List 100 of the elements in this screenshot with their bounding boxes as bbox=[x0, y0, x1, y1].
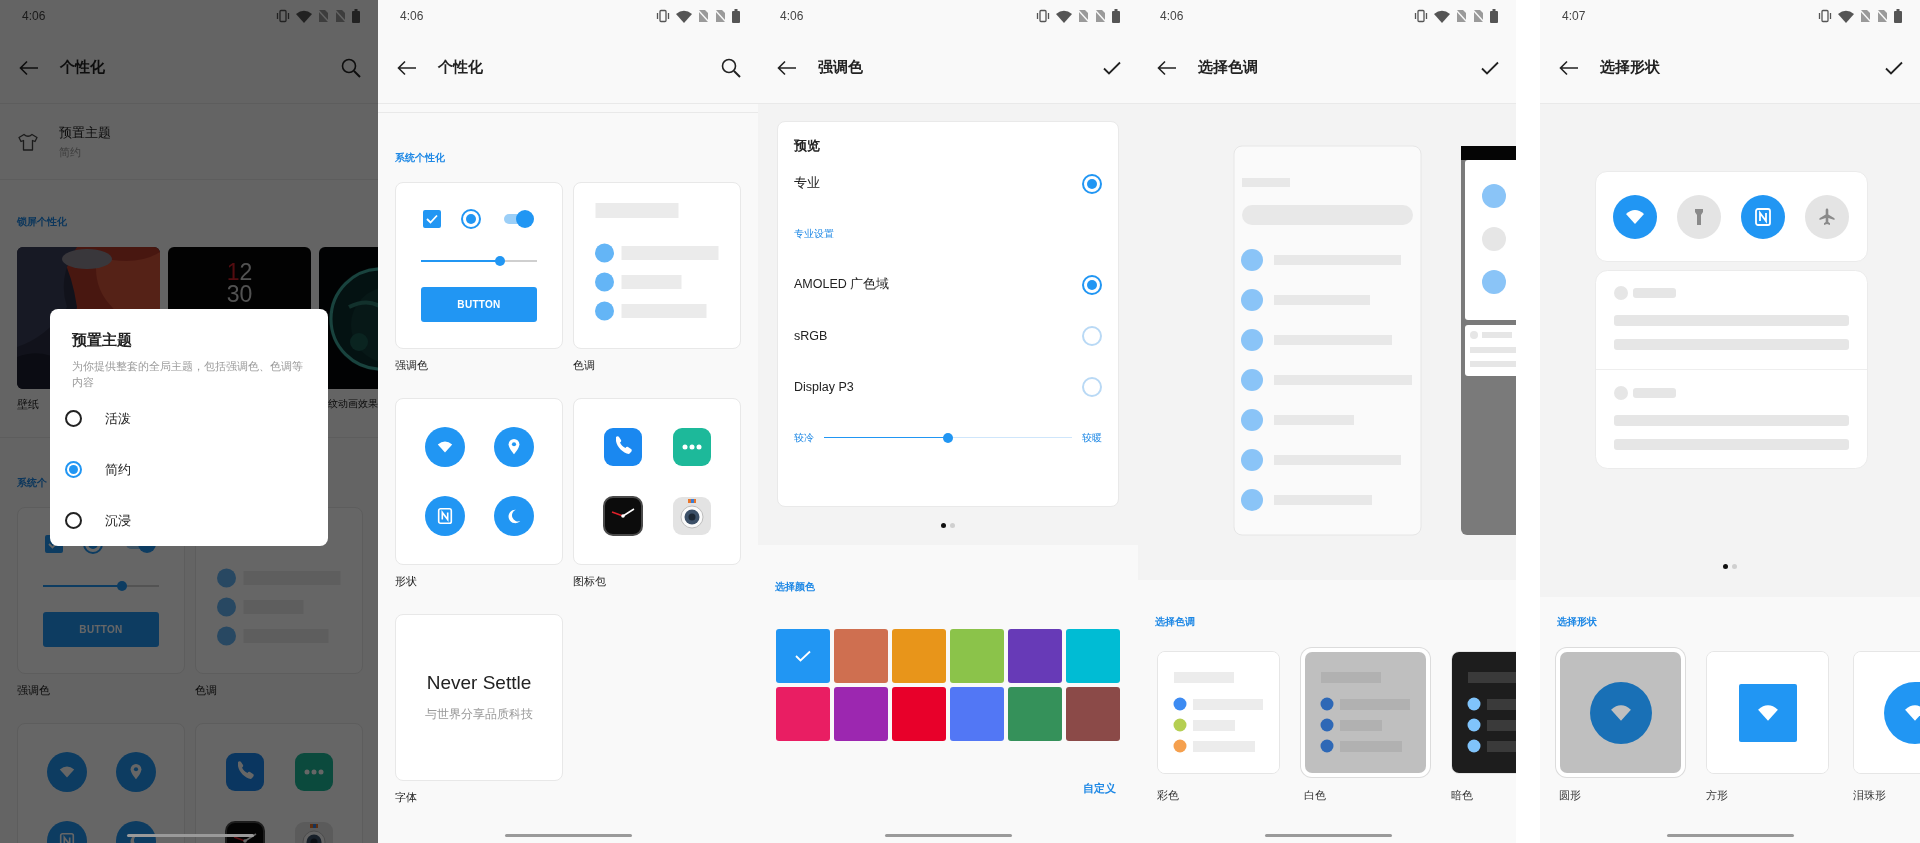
thumbnail-label: 纹动画效果 bbox=[328, 398, 378, 410]
screen-title: 选择色调 bbox=[1198, 58, 1259, 77]
vibrate-icon bbox=[1414, 9, 1428, 23]
clock-digit: 1 bbox=[226, 261, 240, 283]
radio-button[interactable] bbox=[65, 512, 82, 529]
back-arrow-icon[interactable] bbox=[777, 59, 797, 76]
moon-icon bbox=[493, 496, 534, 536]
option-label: 专业 bbox=[794, 175, 820, 192]
color-swatch[interactable] bbox=[1066, 629, 1120, 683]
wifi-icon bbox=[296, 9, 312, 23]
phone-app-icon bbox=[602, 427, 643, 467]
no-sim-icon bbox=[715, 9, 726, 23]
card-label: 字体 bbox=[395, 791, 417, 803]
back-arrow-icon[interactable] bbox=[1157, 59, 1177, 76]
custom-link[interactable]: 自定义 bbox=[1083, 781, 1116, 796]
clock-app-icon bbox=[602, 496, 643, 536]
option-label: 圆形 bbox=[1559, 789, 1581, 801]
option-label: 白色 bbox=[1304, 789, 1326, 801]
color-swatch[interactable] bbox=[834, 629, 888, 683]
section-heading: 选择色调 bbox=[1155, 616, 1195, 628]
back-arrow-icon[interactable] bbox=[1559, 59, 1579, 76]
page-dot[interactable] bbox=[1732, 564, 1737, 569]
card-label: 形状 bbox=[395, 575, 417, 587]
check-icon[interactable] bbox=[1481, 60, 1499, 75]
quick-tile[interactable] bbox=[1677, 194, 1721, 239]
preview-card[interactable] bbox=[573, 398, 741, 565]
shape-option[interactable] bbox=[1706, 651, 1829, 774]
wifi-icon bbox=[46, 752, 87, 792]
battery-icon bbox=[732, 9, 740, 23]
screen-title: 强调色 bbox=[818, 58, 864, 77]
vibrate-icon bbox=[276, 9, 290, 23]
wifi-icon bbox=[1838, 9, 1854, 23]
slider-label: 较冷 bbox=[794, 430, 814, 445]
option-label: 暗色 bbox=[1451, 789, 1473, 801]
no-sim-icon bbox=[335, 9, 346, 23]
option-label: 简约 bbox=[105, 460, 131, 479]
quick-tile[interactable] bbox=[1805, 194, 1849, 239]
card-label: 色调 bbox=[195, 684, 217, 696]
status-time: 4:06 bbox=[780, 9, 804, 23]
option-label: 泪珠形 bbox=[1853, 789, 1886, 801]
radio-button[interactable] bbox=[65, 461, 82, 478]
option-label: sRGB bbox=[794, 328, 828, 343]
option-label: Display P3 bbox=[794, 379, 854, 394]
color-swatch[interactable] bbox=[1008, 629, 1062, 683]
camera-app-icon bbox=[671, 496, 712, 536]
back-arrow-icon[interactable] bbox=[397, 59, 417, 76]
nfc-icon bbox=[424, 496, 465, 536]
check-icon[interactable] bbox=[1885, 60, 1903, 75]
page-dot[interactable] bbox=[941, 523, 946, 528]
screen-title: 个性化 bbox=[438, 58, 484, 77]
search-icon[interactable] bbox=[721, 57, 741, 78]
t-shirt-icon bbox=[18, 132, 38, 151]
location-pin-icon bbox=[493, 427, 534, 467]
option-label: 沉浸 bbox=[105, 511, 131, 530]
color-swatch[interactable] bbox=[1008, 687, 1062, 741]
page-dot[interactable] bbox=[1723, 564, 1728, 569]
section-heading: 系统个性化 bbox=[395, 152, 445, 164]
color-swatch[interactable] bbox=[834, 687, 888, 741]
radio-button[interactable] bbox=[65, 410, 82, 427]
check-icon[interactable] bbox=[1103, 60, 1121, 75]
color-swatch[interactable] bbox=[1066, 687, 1120, 741]
battery-icon bbox=[1112, 9, 1120, 23]
radio-button[interactable] bbox=[1082, 274, 1102, 295]
status-time: 4:06 bbox=[400, 9, 424, 23]
battery-icon bbox=[1490, 9, 1498, 23]
location-pin-icon bbox=[115, 752, 156, 792]
checkmark-icon bbox=[426, 214, 438, 224]
wifi-icon bbox=[1434, 9, 1450, 23]
color-swatch[interactable] bbox=[892, 687, 946, 741]
quick-tile[interactable] bbox=[1741, 194, 1785, 239]
vibrate-icon bbox=[1818, 9, 1832, 23]
vibrate-icon bbox=[1036, 9, 1050, 23]
color-swatch[interactable] bbox=[950, 687, 1004, 741]
no-sim-icon bbox=[1095, 9, 1106, 23]
card-label: 色调 bbox=[573, 359, 595, 371]
thumbnail-label: 壁纸 bbox=[17, 398, 39, 410]
no-sim-icon bbox=[1456, 9, 1467, 23]
color-swatch[interactable] bbox=[892, 629, 946, 683]
nfc-icon bbox=[1753, 206, 1773, 227]
radio-button[interactable] bbox=[1082, 173, 1102, 194]
preview-card[interactable]: Never Settle 与世界分享品质科技 bbox=[395, 614, 563, 781]
color-swatch[interactable] bbox=[776, 629, 830, 683]
no-sim-icon bbox=[318, 9, 329, 23]
quick-tile[interactable] bbox=[1613, 194, 1657, 239]
option-label: 活泼 bbox=[105, 409, 131, 428]
preview-card[interactable]: BUTTON bbox=[395, 182, 563, 349]
clock-digit: 2 bbox=[239, 261, 253, 283]
card-label: 图标包 bbox=[573, 575, 606, 587]
preview-title: 预览 bbox=[794, 137, 820, 155]
wifi-icon bbox=[424, 427, 465, 467]
color-swatch[interactable] bbox=[776, 687, 830, 741]
status-time: 4:06 bbox=[1160, 9, 1184, 23]
font-subtitle: 与世界分享品质科技 bbox=[425, 706, 533, 723]
page-dot[interactable] bbox=[950, 523, 955, 528]
battery-icon bbox=[352, 9, 360, 23]
screen-title: 选择形状 bbox=[1600, 58, 1661, 77]
color-swatch[interactable] bbox=[950, 629, 1004, 683]
dialog-text: 为你提供整套的全局主题，包括强调色、色调等内容 bbox=[72, 359, 304, 390]
slider-label: 较暖 bbox=[1082, 430, 1102, 445]
sample-button: BUTTON bbox=[421, 287, 537, 322]
